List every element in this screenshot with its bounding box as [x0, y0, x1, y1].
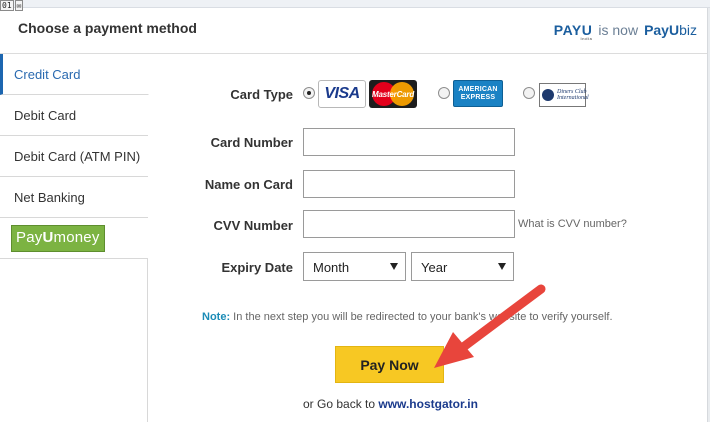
brand-is-now-text: is now: [598, 22, 639, 38]
go-back-text: or Go back to www.hostgator.in: [303, 397, 478, 411]
payu-logo: PAYU India: [553, 22, 593, 41]
sidebar-item-debit-card[interactable]: Debit Card: [0, 95, 148, 136]
note-text: In the next step you will be redirected …: [233, 311, 613, 323]
diners-club-mark-icon: [542, 89, 554, 101]
payumoney-logo: PayUmoney: [11, 225, 105, 252]
expiry-date-label: Expiry Date: [221, 260, 293, 275]
payu-brand: PAYU India is now PayUbiz: [553, 22, 697, 41]
payubiz-logo: PayUbiz: [644, 22, 697, 38]
sidebar-item-payumoney[interactable]: PayUmoney: [0, 218, 148, 259]
chevron-down-icon: [498, 263, 506, 270]
what-is-cvv-link[interactable]: What is CVV number?: [518, 218, 627, 230]
redirect-note: Note: In the next step you will be redir…: [202, 311, 613, 323]
card-type-radio-visa-mastercard[interactable]: [303, 87, 315, 99]
sidebar-item-credit-card[interactable]: Credit Card: [0, 54, 149, 95]
payment-header: Choose a payment method PAYU India is no…: [0, 9, 707, 54]
diners-club-logo: Diners Club International: [539, 83, 589, 107]
sidebar-item-label: Net Banking: [14, 190, 85, 205]
sidebar-item-debit-card-atm-pin[interactable]: Debit Card (ATM PIN): [0, 136, 148, 177]
card-type-radio-amex[interactable]: [438, 87, 450, 99]
card-number-input[interactable]: [303, 128, 515, 156]
payu-sub-label: India: [580, 36, 593, 41]
payment-method-sidebar: Credit Card Debit Card Debit Card (ATM P…: [0, 54, 149, 422]
go-back-link[interactable]: www.hostgator.in: [378, 397, 478, 411]
expiry-month-select[interactable]: Month: [303, 252, 406, 281]
name-on-card-input[interactable]: [303, 170, 515, 198]
page-title: Choose a payment method: [18, 20, 197, 36]
cvv-number-label: CVV Number: [213, 218, 293, 233]
card-type-label: Card Type: [230, 87, 293, 102]
mastercard-logo: MasterCard: [369, 80, 417, 108]
amex-logo: AMERICAN EXPRESS: [453, 80, 503, 107]
cvv-input[interactable]: [303, 210, 515, 238]
card-type-radio-diners[interactable]: [523, 87, 535, 99]
sidebar-item-label: Debit Card (ATM PIN): [14, 149, 141, 164]
visa-logo: VISA: [318, 80, 366, 108]
window-frame-top: [0, 0, 710, 8]
name-on-card-label: Name on Card: [204, 177, 293, 192]
expiry-year-select[interactable]: Year: [411, 252, 514, 281]
chevron-down-icon: [390, 263, 398, 270]
sidebar-item-label: Credit Card: [14, 67, 81, 82]
card-number-label: Card Number: [210, 135, 293, 150]
note-prefix: Note:: [202, 311, 231, 323]
sidebar-item-label: Debit Card: [14, 108, 77, 123]
pay-now-button[interactable]: Pay Now: [335, 346, 444, 383]
sidebar-item-net-banking[interactable]: Net Banking: [0, 177, 148, 218]
